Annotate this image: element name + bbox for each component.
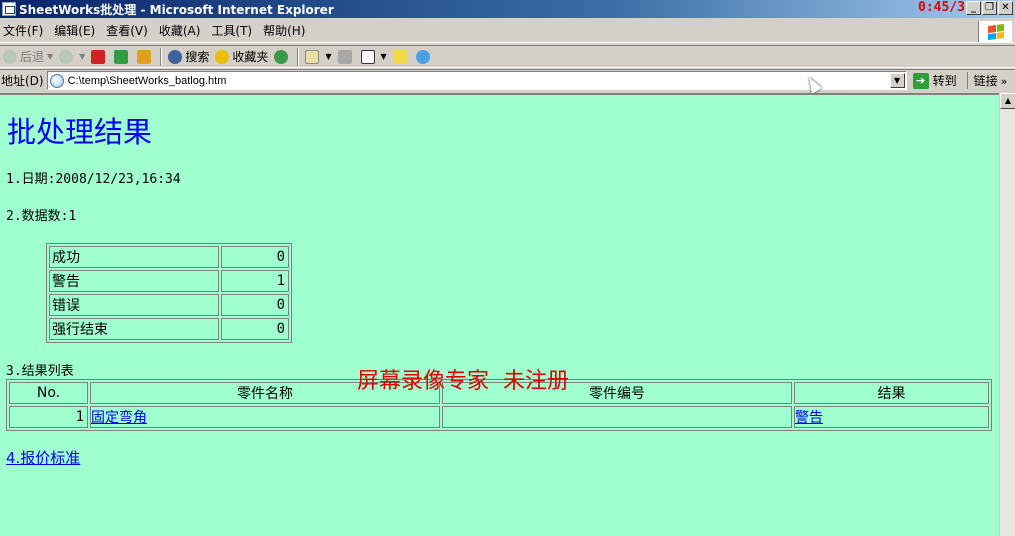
table-row: 警告 1 — [49, 270, 289, 292]
home-icon — [137, 49, 152, 64]
history-icon — [274, 49, 289, 64]
address-label: 地址(D) — [1, 74, 44, 88]
date-line: 1.日期:2008/12/23,16:34 — [6, 172, 181, 187]
search-button[interactable]: 搜索 — [165, 47, 212, 67]
summary-label: 警告 — [49, 270, 219, 292]
data-count-line: 2.数据数:1 — [6, 209, 77, 224]
messenger-button[interactable] — [413, 47, 436, 67]
address-url[interactable]: C:\temp\SheetWorks_batlog.htm — [68, 75, 227, 87]
mail-icon — [305, 49, 320, 64]
summary-label: 成功 — [49, 246, 219, 268]
scroll-up-icon[interactable]: ▲ — [1000, 93, 1015, 109]
column-header-no: No. — [9, 382, 88, 404]
standard-toolbar: 后退 ▼ ▼ 搜索 收藏夹 ▼ ▼ — [0, 45, 1015, 68]
back-dropdown-icon[interactable]: ▼ — [47, 52, 53, 61]
discuss-button[interactable] — [390, 47, 413, 67]
mail-button[interactable]: ▼ — [302, 47, 334, 67]
back-arrow-icon — [3, 49, 17, 64]
table-row: 1 固定弯角 警告 — [9, 406, 989, 428]
results-heading: 3.结果列表 — [6, 364, 74, 379]
windows-logo-icon — [978, 21, 1012, 42]
search-label: 搜索 — [185, 50, 210, 64]
window-controls: _ ❐ ✕ — [966, 1, 1013, 15]
summary-label: 错误 — [49, 294, 219, 316]
go-arrow-icon: ➔ — [912, 72, 929, 89]
printer-icon — [337, 49, 352, 64]
edit-word-button[interactable]: ▼ — [358, 47, 390, 67]
refresh-icon — [114, 49, 129, 64]
recorder-watermark: 屏幕录像专家 未注册 — [357, 369, 569, 394]
back-button[interactable]: 后退 ▼ — [0, 47, 56, 67]
close-button[interactable]: ✕ — [998, 1, 1013, 15]
result-cell: 警告 — [794, 406, 989, 428]
minimize-button[interactable]: _ — [966, 1, 981, 15]
page-content: 批处理结果 1.日期:2008/12/23,16:34 2.数据数:1 成功 0… — [0, 93, 999, 536]
menu-bar: 文件(F) 编辑(E) 查看(V) 收藏(A) 工具(T) 帮助(H) — [0, 20, 1015, 43]
summary-label: 强行结束 — [49, 318, 219, 340]
part-name-link[interactable]: 固定弯角 — [91, 410, 147, 426]
page-title: 批处理结果 — [7, 115, 153, 149]
table-row: 成功 0 — [49, 246, 289, 268]
page-icon — [49, 73, 64, 88]
menu-favorites[interactable]: 收藏(A) — [155, 20, 208, 42]
links-button[interactable]: 链接» — [966, 72, 1008, 89]
vertical-scrollbar[interactable]: ▲ — [999, 93, 1015, 536]
window-titlebar[interactable]: SheetWorks批处理 - Microsoft Internet Explo… — [0, 0, 1015, 18]
history-button[interactable] — [271, 47, 294, 67]
row-number: 1 — [9, 406, 88, 428]
restore-button[interactable]: ❐ — [982, 1, 997, 15]
toolbar-separator — [160, 47, 163, 66]
result-link[interactable]: 警告 — [795, 410, 823, 426]
star-icon — [215, 49, 230, 64]
go-button[interactable]: ➔ 转到 — [912, 72, 957, 89]
go-label: 转到 — [932, 74, 957, 88]
summary-value: 0 — [221, 246, 289, 268]
address-dropdown-icon[interactable]: ▼ — [889, 73, 905, 88]
part-name-cell: 固定弯角 — [90, 406, 440, 428]
stop-button[interactable] — [88, 47, 111, 67]
search-icon — [168, 49, 183, 64]
table-row: 强行结束 0 — [49, 318, 289, 340]
stop-icon — [91, 49, 106, 64]
forward-dropdown-icon[interactable]: ▼ — [79, 52, 85, 61]
summary-value: 0 — [221, 294, 289, 316]
forward-arrow-icon — [59, 49, 74, 64]
quote-standard-link[interactable]: 4.报价标准 — [6, 447, 80, 468]
messenger-icon — [415, 49, 430, 64]
summary-table: 成功 0 警告 1 错误 0 强行结束 0 — [46, 243, 292, 343]
address-input[interactable]: C:\temp\SheetWorks_batlog.htm ▼ — [46, 71, 907, 90]
home-button[interactable] — [134, 47, 157, 67]
note-icon — [392, 49, 407, 64]
summary-value: 0 — [221, 318, 289, 340]
menu-view[interactable]: 查看(V) — [102, 20, 155, 42]
chevron-right-icon: » — [1000, 75, 1008, 88]
menu-file[interactable]: 文件(F) — [0, 20, 50, 42]
column-header-result: 结果 — [794, 382, 989, 404]
part-code-cell — [442, 406, 792, 428]
window-title: SheetWorks批处理 - Microsoft Internet Explo… — [19, 2, 334, 17]
address-bar: 地址(D) C:\temp\SheetWorks_batlog.htm ▼ ➔ … — [0, 69, 1015, 91]
edit-dropdown-icon[interactable]: ▼ — [381, 52, 387, 61]
links-label: 链接 — [973, 74, 998, 88]
menu-help[interactable]: 帮助(H) — [259, 20, 312, 42]
menu-tools[interactable]: 工具(T) — [207, 20, 259, 42]
refresh-button[interactable] — [111, 47, 134, 67]
print-button[interactable] — [335, 47, 358, 67]
toolbar-separator — [297, 47, 300, 66]
back-label: 后退 — [20, 50, 45, 64]
favorites-button[interactable]: 收藏夹 — [212, 47, 271, 67]
table-row: 错误 0 — [49, 294, 289, 316]
ie-page-icon — [2, 2, 16, 16]
forward-button[interactable]: ▼ — [56, 47, 88, 67]
menu-edit[interactable]: 编辑(E) — [50, 20, 102, 42]
favorites-label: 收藏夹 — [232, 50, 269, 64]
word-icon — [360, 49, 375, 64]
mail-dropdown-icon[interactable]: ▼ — [325, 52, 331, 61]
summary-value: 1 — [221, 270, 289, 292]
